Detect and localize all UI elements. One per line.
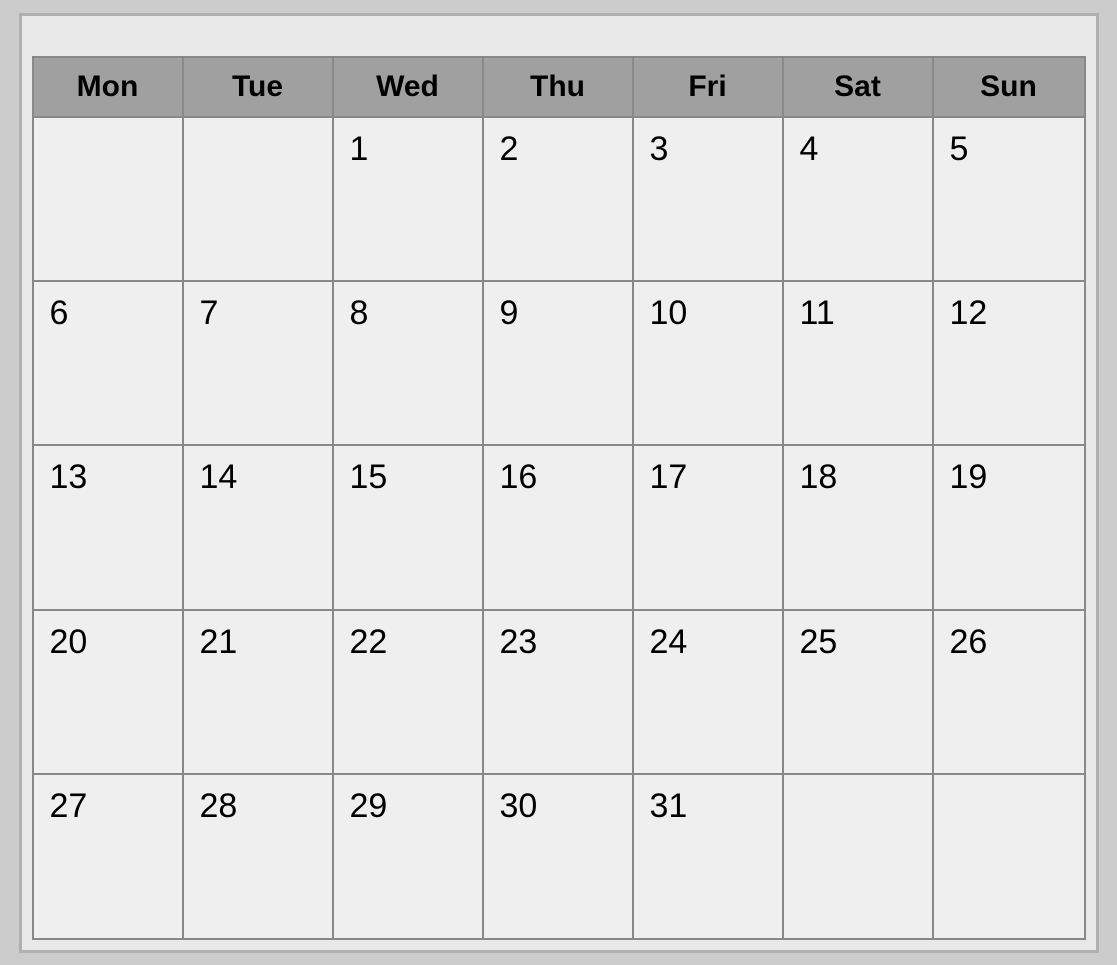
calendar-cell [184, 118, 334, 280]
calendar-cell[interactable]: 1 [334, 118, 484, 280]
calendar-cell[interactable]: 21 [184, 611, 334, 773]
calendar-row-1: 6789101112 [34, 282, 1084, 446]
calendar-cell[interactable]: 11 [784, 282, 934, 444]
header-cell-wed: Wed [334, 58, 484, 116]
calendar-cell[interactable]: 25 [784, 611, 934, 773]
calendar-cell[interactable]: 2 [484, 118, 634, 280]
calendar-cell[interactable]: 29 [334, 775, 484, 937]
calendar-cell[interactable]: 8 [334, 282, 484, 444]
header-cell-sun: Sun [934, 58, 1084, 116]
calendar-cell[interactable]: 6 [34, 282, 184, 444]
calendar-cell[interactable]: 3 [634, 118, 784, 280]
calendar-cell[interactable]: 16 [484, 446, 634, 608]
header-cell-fri: Fri [634, 58, 784, 116]
calendar-row-2: 13141516171819 [34, 446, 1084, 610]
calendar-body: 1234567891011121314151617181920212223242… [34, 118, 1084, 938]
calendar: MonTueWedThuFriSatSun 123456789101112131… [19, 13, 1099, 953]
calendar-cell[interactable]: 18 [784, 446, 934, 608]
calendar-row-0: 12345 [34, 118, 1084, 282]
calendar-cell[interactable]: 26 [934, 611, 1084, 773]
calendar-cell[interactable]: 27 [34, 775, 184, 937]
calendar-cell[interactable]: 9 [484, 282, 634, 444]
calendar-cell[interactable]: 10 [634, 282, 784, 444]
calendar-row-4: 2728293031 [34, 775, 1084, 937]
calendar-title [32, 26, 1086, 56]
calendar-cell [34, 118, 184, 280]
calendar-cell[interactable]: 5 [934, 118, 1084, 280]
calendar-cell[interactable]: 19 [934, 446, 1084, 608]
header-cell-tue: Tue [184, 58, 334, 116]
calendar-cell [934, 775, 1084, 937]
calendar-grid: MonTueWedThuFriSatSun 123456789101112131… [32, 56, 1086, 940]
calendar-cell[interactable]: 14 [184, 446, 334, 608]
calendar-cell[interactable]: 12 [934, 282, 1084, 444]
calendar-cell[interactable]: 31 [634, 775, 784, 937]
calendar-header-row: MonTueWedThuFriSatSun [34, 58, 1084, 118]
calendar-cell[interactable]: 22 [334, 611, 484, 773]
calendar-cell[interactable]: 23 [484, 611, 634, 773]
calendar-cell [784, 775, 934, 937]
header-cell-sat: Sat [784, 58, 934, 116]
header-cell-mon: Mon [34, 58, 184, 116]
calendar-cell[interactable]: 7 [184, 282, 334, 444]
calendar-cell[interactable]: 4 [784, 118, 934, 280]
calendar-cell[interactable]: 24 [634, 611, 784, 773]
calendar-cell[interactable]: 30 [484, 775, 634, 937]
calendar-cell[interactable]: 17 [634, 446, 784, 608]
calendar-cell[interactable]: 28 [184, 775, 334, 937]
calendar-cell[interactable]: 13 [34, 446, 184, 608]
header-cell-thu: Thu [484, 58, 634, 116]
calendar-cell[interactable]: 15 [334, 446, 484, 608]
calendar-cell[interactable]: 20 [34, 611, 184, 773]
calendar-row-3: 20212223242526 [34, 611, 1084, 775]
